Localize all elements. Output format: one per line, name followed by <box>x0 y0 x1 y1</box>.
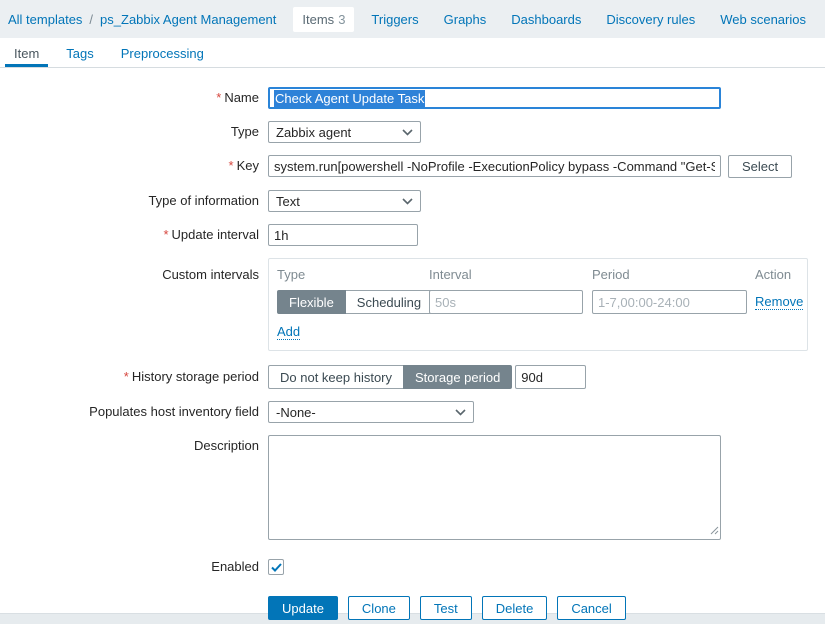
nav-links: Triggers Graphs Dashboards Discovery rul… <box>371 12 806 27</box>
update-interval-label: * Update interval <box>163 227 259 242</box>
test-button[interactable]: Test <box>419 596 472 620</box>
history-storage-period-label: * History storage period <box>123 369 259 384</box>
check-icon <box>270 560 282 575</box>
required-marker: * <box>228 158 234 173</box>
row-name: * Name Check Agent Update Task <box>0 87 825 109</box>
name-input-selected-text: Check Agent Update Task <box>274 89 426 107</box>
row-footer-buttons: Update Clone Test Delete Cancel <box>0 596 825 620</box>
type-of-information-value: Text <box>276 193 300 209</box>
row-enabled: Enabled <box>0 556 825 578</box>
row-update-interval: * Update interval <box>0 224 825 246</box>
enabled-checkbox[interactable] <box>268 559 284 575</box>
remove-interval-link[interactable]: Remove <box>755 294 804 310</box>
nav-item-graphs[interactable]: Graphs <box>444 12 487 27</box>
key-label: * Key <box>228 158 259 173</box>
row-key: *Key Select <box>0 155 825 178</box>
host-inventory-field-select[interactable]: -None- <box>268 401 474 423</box>
description-label: Description <box>193 438 259 453</box>
breadcrumb-all-templates[interactable]: All templates <box>8 12 82 27</box>
breadcrumb-separator: / <box>89 11 94 27</box>
header-action: Action <box>755 267 792 282</box>
nav-items-count: 3 <box>338 11 346 27</box>
tab-tags[interactable]: Tags <box>57 38 102 67</box>
form-tabs: Item Tags Preprocessing <box>0 38 825 68</box>
nav-items-label: Items <box>302 11 335 27</box>
enabled-label: Enabled <box>211 559 259 574</box>
chevron-down-icon <box>402 197 413 205</box>
row-history-storage-period: * History storage period Do not keep hist… <box>0 365 825 389</box>
type-select-value: Zabbix agent <box>276 124 352 140</box>
top-navigation: All templates / ps_Zabbix Agent Manageme… <box>0 0 825 38</box>
custom-interval-row: Flexible Scheduling Remove <box>277 290 804 314</box>
header-period: Period <box>592 267 630 282</box>
custom-intervals-header-row: Type Interval Period Action <box>277 267 799 282</box>
type-label: Type <box>230 124 259 139</box>
footer-buttons: Update Clone Test Delete Cancel <box>268 596 626 620</box>
row-description: Description <box>0 435 825 540</box>
period-input[interactable] <box>592 290 747 314</box>
do-not-keep-history-button[interactable]: Do not keep history <box>268 365 405 389</box>
row-type-of-information: Type of information Text <box>0 190 825 212</box>
item-form: * Name Check Agent Update Task Type Zabbi… <box>0 68 825 620</box>
row-type: Type Zabbix agent <box>0 121 825 143</box>
populates-host-inventory-field-label: Populates host inventory field <box>89 404 259 419</box>
required-marker: * <box>123 369 129 384</box>
clone-button[interactable]: Clone <box>347 596 410 620</box>
custom-intervals-label: Custom intervals <box>162 267 259 282</box>
tab-item[interactable]: Item <box>5 38 49 67</box>
interval-input[interactable] <box>429 290 583 314</box>
nav-item-items-active[interactable]: Items 3 <box>293 6 355 32</box>
type-of-information-select[interactable]: Text <box>268 190 421 212</box>
host-inventory-field-value: -None- <box>276 404 316 420</box>
interval-type-toggle: Flexible Scheduling <box>277 290 434 314</box>
key-input[interactable] <box>268 155 721 177</box>
header-interval: Interval <box>429 267 472 282</box>
interval-type-flexible-button[interactable]: Flexible <box>277 290 346 314</box>
chevron-down-icon <box>402 128 413 136</box>
item-form-panel: Item Tags Preprocessing * Name Check Agen… <box>0 38 825 620</box>
row-custom-intervals: Custom intervals Type Interval Period Ac… <box>0 258 825 351</box>
breadcrumb: All templates / ps_Zabbix Agent Manageme… <box>8 12 276 27</box>
required-marker: * <box>216 90 222 105</box>
custom-intervals-table: Type Interval Period Action Flexible Sch… <box>268 258 808 351</box>
row-populates-host-inventory-field: Populates host inventory field -None- <box>0 401 825 423</box>
name-label: * Name <box>216 90 259 105</box>
chevron-down-icon <box>455 408 466 416</box>
history-mode-toggle: Do not keep history Storage period <box>268 365 513 389</box>
nav-item-discovery-rules[interactable]: Discovery rules <box>606 12 695 27</box>
required-marker: * <box>163 227 169 242</box>
storage-period-button[interactable]: Storage period <box>403 365 513 389</box>
header-type: Type <box>277 267 306 282</box>
key-select-button[interactable]: Select <box>728 155 793 178</box>
update-interval-input[interactable] <box>268 224 418 246</box>
type-of-information-label: Type of information <box>148 193 259 208</box>
update-button[interactable]: Update <box>268 596 338 620</box>
name-input[interactable]: Check Agent Update Task <box>268 87 721 109</box>
breadcrumb-template-name[interactable]: ps_Zabbix Agent Management <box>100 12 276 27</box>
add-interval-link[interactable]: Add <box>277 324 301 340</box>
delete-button[interactable]: Delete <box>481 596 548 620</box>
description-textarea[interactable] <box>268 435 721 540</box>
nav-item-web-scenarios[interactable]: Web scenarios <box>720 12 806 27</box>
history-storage-period-input[interactable] <box>515 365 587 389</box>
type-select[interactable]: Zabbix agent <box>268 121 421 143</box>
interval-type-scheduling-button[interactable]: Scheduling <box>344 290 434 314</box>
nav-item-dashboards[interactable]: Dashboards <box>511 12 581 27</box>
cancel-button[interactable]: Cancel <box>557 596 626 620</box>
tab-preprocessing[interactable]: Preprocessing <box>112 38 213 67</box>
nav-item-triggers[interactable]: Triggers <box>371 12 418 27</box>
